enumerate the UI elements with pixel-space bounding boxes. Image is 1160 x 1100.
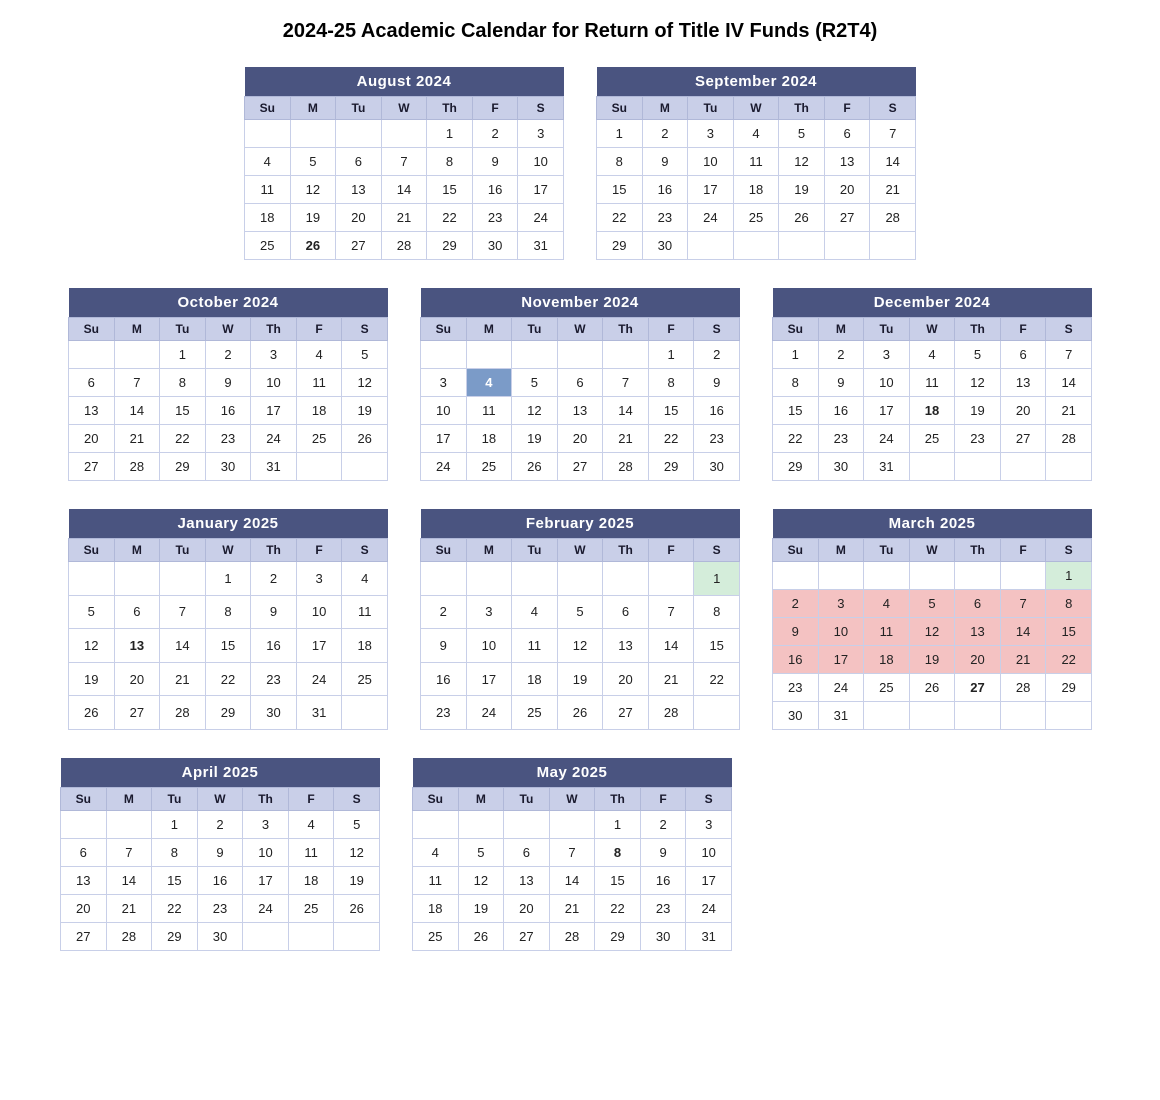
mar2025-header: March 2025	[773, 509, 1092, 539]
calendar-feb2025: February 2025 Su M Tu W Th F S	[420, 509, 740, 730]
nov2024-header: November 2024	[421, 288, 740, 318]
calendar-aug2024: August 2024 Su M Tu W Th F S 1	[244, 67, 564, 260]
calendar-dec2024: December 2024 Su M Tu W Th F S 1 2 3 4	[772, 288, 1092, 481]
jan2025-header: January 2025	[69, 509, 388, 539]
calendar-nov2024: November 2024 Su M Tu W Th F S	[420, 288, 740, 481]
calendar-jan2025: January 2025 Su M Tu W Th F S 1 2	[68, 509, 388, 730]
page-title: 2024-25 Academic Calendar for Return of …	[20, 20, 1140, 43]
feb2025-header: February 2025	[421, 509, 740, 539]
oct2024-header: October 2024	[69, 288, 388, 318]
calendar-mar2025: March 2025 Su M Tu W Th F S	[772, 509, 1092, 730]
may2025-header: May 2025	[413, 758, 732, 788]
dec2024-header: December 2024	[773, 288, 1092, 318]
calendar-oct2024: October 2024 Su M Tu W Th F S 1 2 3	[68, 288, 388, 481]
aug2024-header: August 2024	[245, 67, 564, 97]
apr2025-header: April 2025	[61, 758, 380, 788]
calendar-sep2024: September 2024 Su M Tu W Th F S 1 2 3 4	[596, 67, 916, 260]
calendar-may2025: May 2025 Su M Tu W Th F S 1	[412, 758, 732, 951]
sep2024-header: September 2024	[597, 67, 916, 97]
calendar-apr2025: April 2025 Su M Tu W Th F S 1 2 3	[60, 758, 380, 951]
